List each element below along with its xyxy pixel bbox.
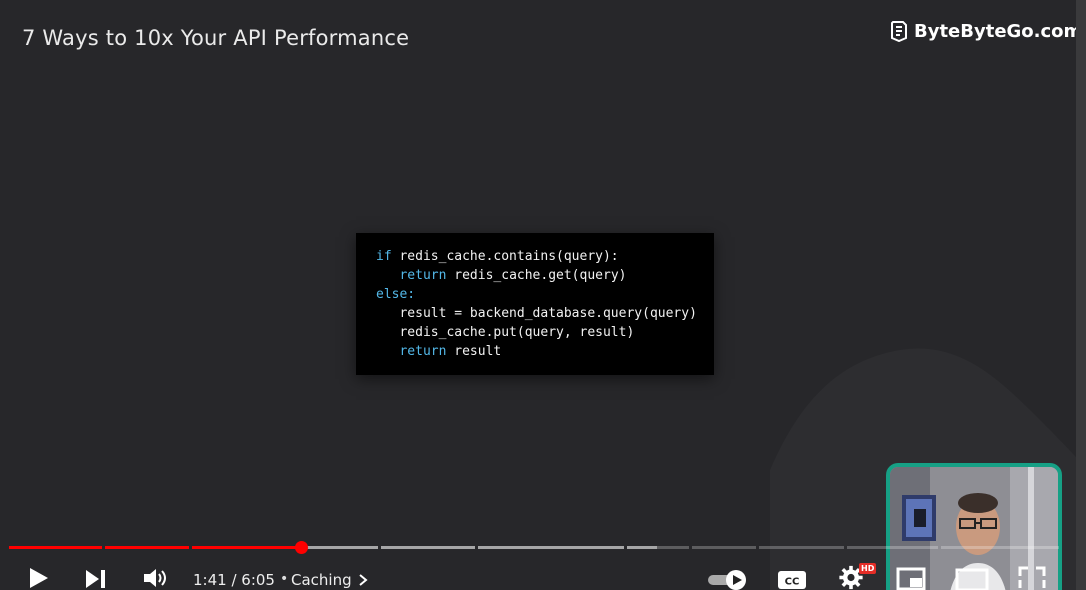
theater-icon[interactable] — [955, 568, 989, 590]
code-text: redis_cache.get(query) — [446, 268, 627, 283]
code-text: result — [446, 344, 502, 359]
progress-chapter-segment[interactable] — [9, 546, 102, 549]
progress-bar[interactable] — [9, 546, 1062, 549]
code-line: else: — [376, 285, 714, 304]
time-display: 1:41 / 6:05 — [193, 571, 275, 589]
chevron-right-icon — [358, 574, 368, 586]
bytebytego-logo-icon — [891, 21, 907, 42]
code-text: redis_cache.contains(query): — [391, 249, 619, 264]
progress-scrubber[interactable] — [294, 541, 308, 554]
brand-logo: ByteByteGo.com — [890, 20, 1082, 42]
code-line: return redis_cache.get(query) — [376, 266, 714, 285]
progress-chapter-segment[interactable] — [759, 546, 844, 549]
code-text: redis_cache.put(query, result) — [399, 325, 635, 340]
progress-chapter-segment[interactable] — [381, 546, 475, 549]
code-block: if redis_cache.contains(query): return r… — [356, 233, 714, 361]
chapter-button[interactable]: Caching — [291, 571, 368, 589]
video-title: 7 Ways to 10x Your API Performance — [22, 26, 410, 50]
captions-icon[interactable]: CC — [777, 570, 807, 590]
chapter-separator: • — [280, 571, 289, 587]
progress-chapter-segment[interactable] — [192, 546, 378, 549]
progress-chapter-segment[interactable] — [941, 546, 1059, 549]
hd-badge: HD — [859, 563, 877, 574]
brand-text: ByteByteGo.com — [914, 20, 1083, 42]
volume-icon[interactable] — [142, 566, 170, 590]
autoplay-toggle-icon[interactable] — [706, 570, 750, 590]
code-keyword: if — [376, 249, 392, 264]
code-line: result = backend_database.query(query) — [376, 304, 714, 323]
progress-chapter-segment[interactable] — [847, 546, 938, 549]
chapter-label: Caching — [291, 571, 352, 589]
code-keyword: return — [399, 344, 447, 359]
progress-chapter-segment[interactable] — [478, 546, 624, 549]
code-keyword: else: — [376, 287, 416, 302]
code-keyword: return — [399, 268, 447, 283]
code-text: result = backend_database.query(query) — [399, 306, 697, 321]
play-icon[interactable] — [26, 566, 50, 590]
progress-chapter-segment[interactable] — [105, 546, 189, 549]
miniplayer-icon[interactable] — [896, 567, 926, 590]
video-player[interactable]: 7 Ways to 10x Your API Performance ByteB… — [0, 0, 1086, 590]
code-snippet: if redis_cache.contains(query): return r… — [356, 233, 714, 375]
fullscreen-icon[interactable] — [1018, 566, 1046, 590]
svg-text:CC: CC — [785, 577, 800, 588]
code-line: return result — [376, 342, 714, 361]
page-edge — [1076, 0, 1086, 590]
code-line: if redis_cache.contains(query): — [376, 247, 714, 266]
progress-chapter-segment[interactable] — [692, 546, 756, 549]
next-icon[interactable] — [84, 568, 108, 590]
progress-chapter-segment[interactable] — [627, 546, 689, 549]
code-line: redis_cache.put(query, result) — [376, 323, 714, 342]
